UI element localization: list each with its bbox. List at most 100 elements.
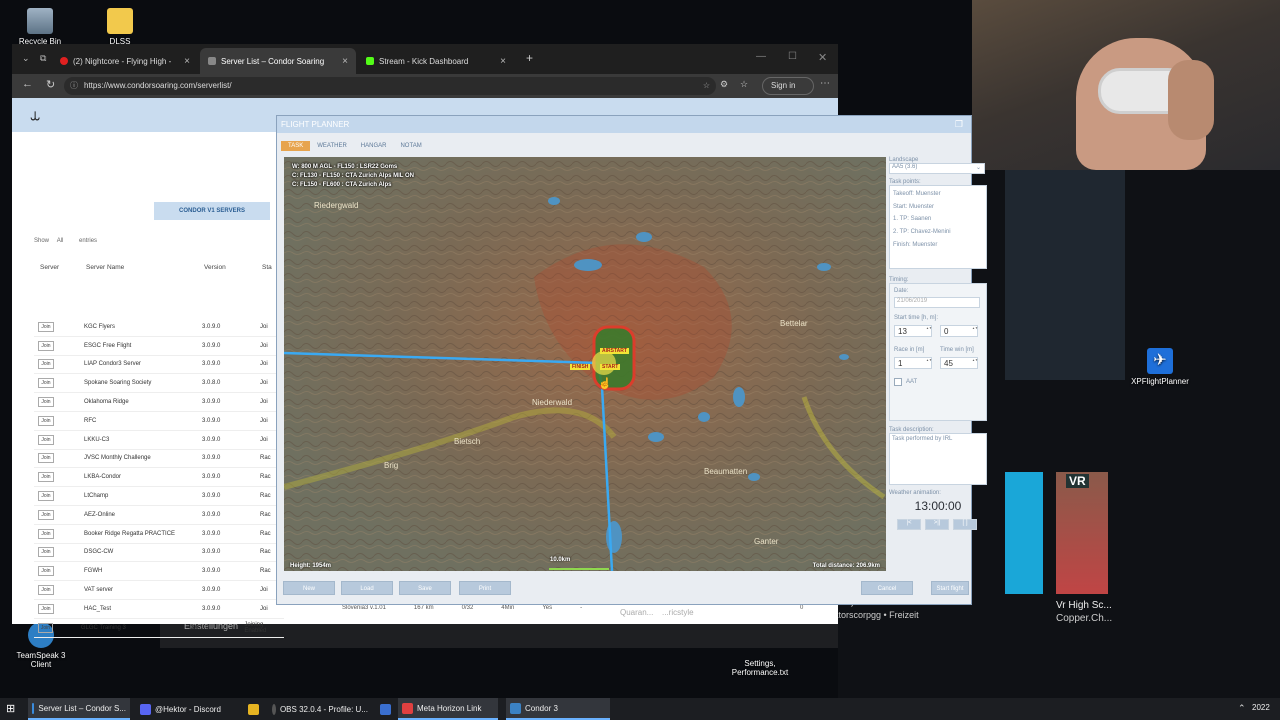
new-label: New [302, 586, 315, 592]
close-tab-icon[interactable]: × [500, 56, 506, 67]
race-stepper[interactable]: 1 [894, 357, 932, 369]
print-button[interactable]: Print [459, 581, 511, 595]
tab-list-chevron-icon[interactable]: ⌄ [22, 53, 30, 64]
join-button[interactable]: Join [38, 321, 54, 332]
server-name-cell: KGC Flyers [84, 323, 116, 330]
reload-icon[interactable]: ↻ [46, 78, 55, 91]
save-button[interactable]: Save [399, 581, 451, 595]
join-button[interactable]: Join [38, 622, 53, 633]
maximize-icon[interactable]: ☐ [788, 51, 797, 62]
join-button[interactable]: Join [38, 547, 54, 558]
taskbar-item-discord[interactable]: @Hektor - Discord [136, 698, 236, 720]
more-menu-icon[interactable]: ⋯ [820, 78, 830, 89]
tab-actions-icon[interactable]: ⧉ [40, 53, 46, 64]
join-button[interactable]: Join [38, 359, 54, 370]
tab-kick-dashboard[interactable]: Stream - Kick Dashboard × [358, 48, 514, 74]
minimize-icon[interactable]: — [756, 51, 766, 62]
extensions-icon[interactable]: ⚙ [720, 79, 728, 90]
show-select[interactable]: All [57, 238, 64, 244]
taskbar-item-explorer[interactable] [244, 698, 264, 720]
join-button[interactable]: Join [38, 585, 54, 596]
task-description-field[interactable]: Task performed by IRL [889, 433, 987, 485]
join-button[interactable]: Join [38, 566, 54, 577]
taskpoints-list[interactable]: Takeoff: Muenster Start: Muenster 1. TP:… [889, 185, 987, 269]
close-tab-icon[interactable]: × [342, 56, 348, 67]
tab-weather[interactable]: WEATHER [310, 141, 354, 151]
start-flight-button[interactable]: Start flight [931, 581, 969, 595]
condor-logo-icon[interactable]: ⥿ [30, 104, 40, 125]
list-item[interactable]: 1. TP: Saanen [893, 213, 983, 226]
tab-notam[interactable]: NOTAM [393, 141, 428, 151]
rewind-button[interactable]: |< [897, 519, 921, 530]
start-minute-stepper[interactable]: 0 [940, 325, 978, 337]
site-info-icon[interactable]: ⓘ [70, 77, 78, 95]
background-thumbnail [1005, 472, 1043, 594]
join-button[interactable]: Join [38, 397, 54, 408]
window-stepper[interactable]: 45 [940, 357, 978, 369]
favorites-icon[interactable]: ☆ [740, 79, 748, 90]
version-cell: 3.0.9.0 [202, 323, 221, 330]
restore-icon[interactable]: ❐ [955, 116, 963, 133]
taskbar-item-meta-link[interactable]: Meta Horizon Link [398, 698, 498, 720]
join-button[interactable]: Join [38, 509, 54, 520]
players-cell: 0/32 [461, 605, 474, 611]
xpflightplanner-icon[interactable]: ✈ XPFlightPlanner [1128, 348, 1192, 386]
condor-v1-servers-button[interactable]: CONDOR V1 SERVERS [154, 202, 270, 220]
taskbar-clock[interactable]: 2022 [1252, 703, 1270, 712]
task-map[interactable]: W: 800 M AGL - FL150 : LSR22 Goms C: FL1… [284, 157, 886, 571]
close-tab-icon[interactable]: × [184, 56, 190, 67]
tray-chevron-icon[interactable]: ⌃ [1238, 703, 1246, 714]
play-pause-button[interactable]: >|| [925, 519, 949, 530]
stop-button[interactable]: [ ] [953, 519, 977, 530]
taskbar-item-browser[interactable]: Server List – Condor S... [28, 698, 130, 720]
status-cell: Rac [260, 455, 271, 462]
join-button[interactable]: Join [38, 453, 54, 464]
start-menu-icon[interactable]: ⊞ [6, 702, 15, 715]
taskbar-label: Meta Horizon Link [417, 703, 482, 713]
join-button[interactable]: Join [38, 491, 54, 502]
tab-task[interactable]: TASK [281, 141, 311, 151]
favorite-star-icon[interactable]: ☆ [703, 77, 710, 95]
join-button[interactable]: Join [38, 528, 54, 539]
join-button[interactable]: Join [38, 378, 54, 389]
header-server[interactable]: Server [40, 264, 86, 271]
list-item[interactable]: Takeoff: Muenster [893, 188, 983, 201]
new-tab-icon[interactable]: + [526, 51, 533, 65]
new-button[interactable]: New [283, 581, 335, 595]
last-row-extra: Slovenia3 v.1.01 167 km 0/32 4Min Yes - [342, 605, 582, 611]
header-status[interactable]: Sta [262, 264, 272, 271]
close-window-icon[interactable]: ✕ [818, 51, 827, 64]
start-hour-stepper[interactable]: 13 [894, 325, 932, 337]
tab-server-list[interactable]: Server List – Condor Soaring × [200, 48, 356, 74]
list-item[interactable]: Start: Muenster [893, 201, 983, 214]
taskbar-item-condor[interactable]: Condor 3 [506, 698, 610, 720]
list-item[interactable]: Finish: Muenster [893, 239, 983, 252]
header-version[interactable]: Version [204, 264, 262, 271]
settings-file-icon[interactable]: Settings, Performance.txt [724, 650, 796, 677]
tab-nightcore[interactable]: (2) Nightcore - Flying High - × [52, 48, 198, 74]
folder-icon [248, 703, 259, 715]
sign-in-button[interactable]: Sign in [762, 77, 814, 95]
server-name-cell: FGWH [84, 568, 103, 575]
aat-checkbox[interactable] [894, 378, 902, 386]
join-button[interactable]: Join [38, 415, 54, 426]
load-button[interactable]: Load [341, 581, 393, 595]
back-icon[interactable]: ← [22, 78, 33, 90]
date-field[interactable]: 21/06/2019 [894, 297, 980, 308]
url-field[interactable]: ⓘ https://www.condorsoaring.com/serverli… [64, 77, 716, 95]
header-server-name[interactable]: Server Name [86, 264, 204, 271]
recycle-bin-icon[interactable]: Recycle Bin [10, 8, 70, 46]
join-button[interactable]: Join [38, 340, 54, 351]
dlss-folder-icon[interactable]: DLSS [90, 8, 150, 46]
join-button[interactable]: Join [38, 472, 54, 483]
vr-thumbnail[interactable]: VR [1056, 472, 1108, 594]
landscape-select[interactable]: AA5 (3.6) ⌄ [889, 163, 985, 174]
taskbar-item-obs[interactable]: OBS 32.0.4 - Profile: U... [268, 698, 372, 720]
cancel-button[interactable]: Cancel [861, 581, 913, 595]
join-button[interactable]: Join [38, 603, 54, 614]
tab-hangar[interactable]: HANGAR [354, 141, 394, 151]
taskbar-item-app[interactable] [376, 698, 396, 720]
join-button[interactable]: Join [38, 434, 54, 445]
list-item[interactable]: 2. TP: Chavez-Menini [893, 226, 983, 239]
airspace-line: C: FL130 - FL150 : CTA Zurich Alps MIL O… [292, 173, 415, 179]
